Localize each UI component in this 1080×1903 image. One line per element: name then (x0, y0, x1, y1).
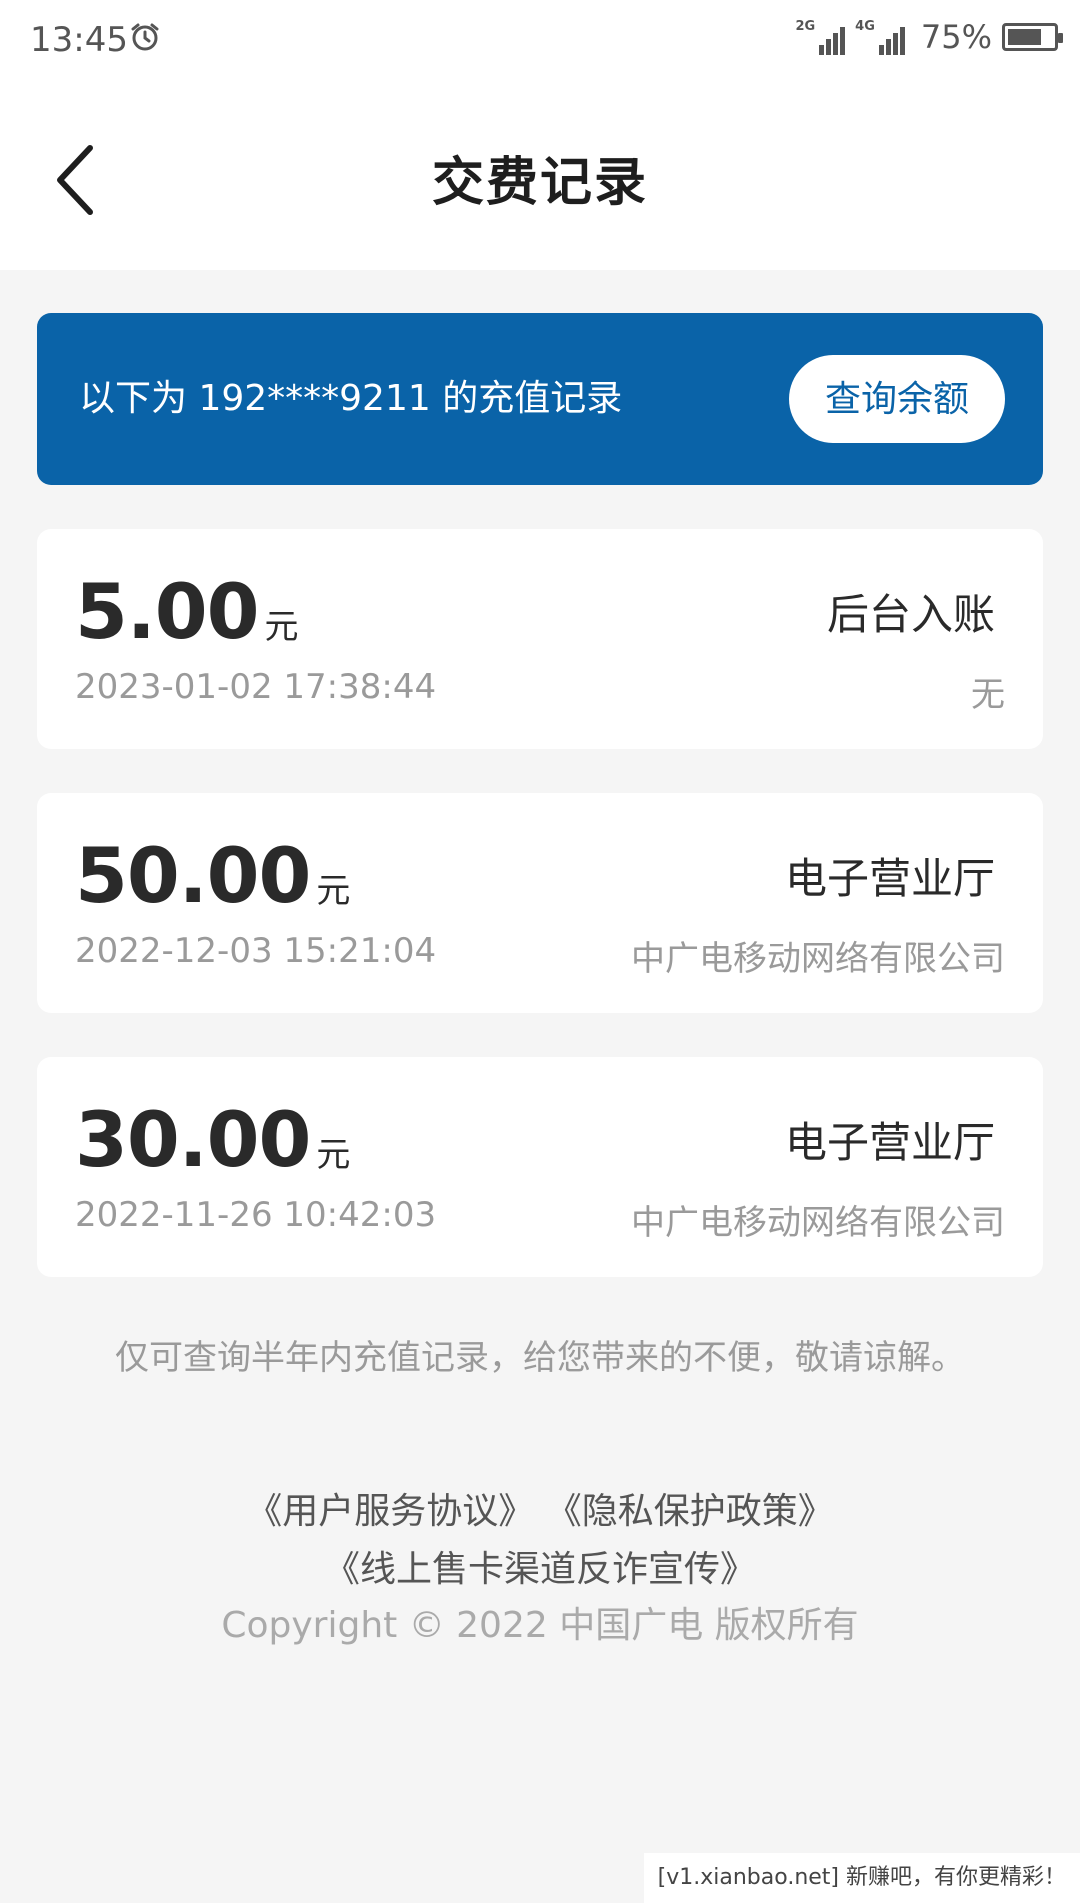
watermark: [v1.xianbao.net] 新赚吧，有你更精彩！ (643, 1853, 1080, 1903)
nav-header: 交费记录 (0, 80, 1080, 270)
page-title: 交费记录 (431, 153, 648, 213)
amount-unit: 元 (316, 1135, 351, 1175)
record-date: 2023-01-02 17:38:44 (75, 667, 437, 707)
amount-unit: 元 (316, 871, 351, 911)
record-date: 2022-12-03 15:21:04 (75, 931, 437, 971)
user-agreement-link[interactable]: 《用户服务协议》 (246, 1491, 534, 1532)
status-bar: 13:45 2G 4G 75% (0, 0, 1080, 80)
record-date: 2022-11-26 10:42:03 (75, 1195, 437, 1235)
record-org: 无 (971, 675, 1005, 715)
record-amount: 30.00 元 (75, 1095, 350, 1184)
signal-4g-icon: 4G (855, 19, 905, 55)
amount-value: 50.00 (75, 831, 311, 920)
record-amount: 50.00 元 (75, 831, 350, 920)
record-org: 中广电移动网络有限公司 (631, 1203, 1005, 1243)
check-balance-button[interactable]: 查询余额 (789, 355, 1005, 443)
privacy-policy-link[interactable]: 《隐私保护政策》 (546, 1491, 834, 1532)
network-label-2g: 2G (795, 19, 816, 34)
anti-fraud-link[interactable]: 《线上售卡渠道反诈宣传》 (324, 1549, 756, 1590)
battery-percent: 75% (920, 18, 992, 56)
footer-links: 《用户服务协议》 《隐私保护政策》 《线上售卡渠道反诈宣传》 (0, 1482, 1080, 1598)
record-card: 5.00 元 2023-01-02 17:38:44 后台入账 无 (37, 529, 1043, 749)
record-amount: 5.00 元 (75, 567, 299, 656)
record-card: 50.00 元 2022-12-03 15:21:04 电子营业厅 中广电移动网络… (37, 793, 1043, 1013)
history-limit-notice: 仅可查询半年内充值记录，给您带来的不便，敬请谅解。 (115, 1338, 965, 1378)
record-type: 电子营业厅 (784, 1118, 995, 1167)
signal-2g-icon: 2G (795, 19, 846, 55)
alarm-icon (131, 23, 159, 51)
network-label-4g: 4G (855, 19, 875, 34)
account-banner: 以下为 192****9211 的充值记录 查询余额 (37, 313, 1043, 485)
banner-text: 以下为 192****9211 的充值记录 (79, 378, 623, 419)
record-card: 30.00 元 2022-11-26 10:42:03 电子营业厅 中广电移动网络… (37, 1057, 1043, 1277)
copyright: Copyright © 2022 中国广电 版权所有 (221, 1605, 859, 1646)
amount-value: 30.00 (75, 1095, 311, 1184)
status-time: 13:45 (30, 20, 128, 60)
record-type: 后台入账 (826, 590, 995, 639)
record-type: 电子营业厅 (784, 854, 995, 903)
battery-icon (1002, 23, 1063, 51)
page: 13:45 2G 4G 75% 交费记录 以下为 192****9211 的充值… (0, 0, 1080, 1903)
amount-unit: 元 (264, 607, 299, 647)
amount-value: 5.00 (75, 567, 260, 656)
record-org: 中广电移动网络有限公司 (631, 939, 1005, 979)
battery-fill (1008, 29, 1041, 45)
status-right: 2G 4G 75% (795, 18, 1063, 56)
